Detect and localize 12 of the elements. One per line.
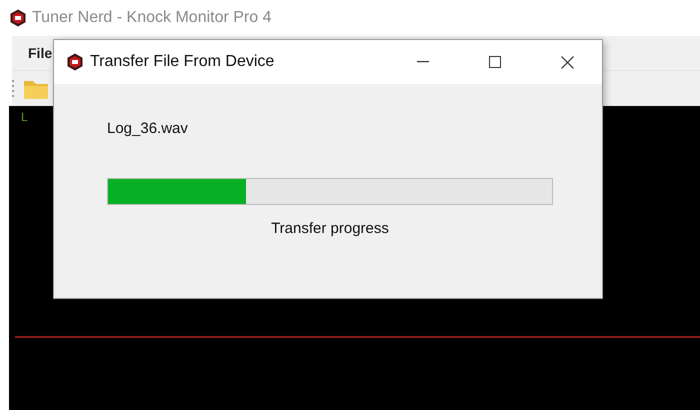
dialog-title: Transfer File From Device bbox=[90, 53, 276, 71]
grip-icon bbox=[12, 78, 15, 100]
progress-caption: Transfer progress bbox=[271, 220, 389, 237]
minimize-icon bbox=[417, 61, 429, 63]
maximize-icon bbox=[489, 56, 501, 68]
window-title: Tuner Nerd - Knock Monitor Pro 4 bbox=[32, 9, 272, 27]
menu-item[interactable]: File bbox=[24, 45, 56, 61]
app-logo-icon bbox=[9, 9, 27, 27]
channel-label: L bbox=[20, 109, 28, 124]
close-icon bbox=[560, 56, 574, 68]
file-name: Log_36.wav bbox=[107, 120, 188, 137]
app-logo-icon bbox=[66, 53, 84, 71]
